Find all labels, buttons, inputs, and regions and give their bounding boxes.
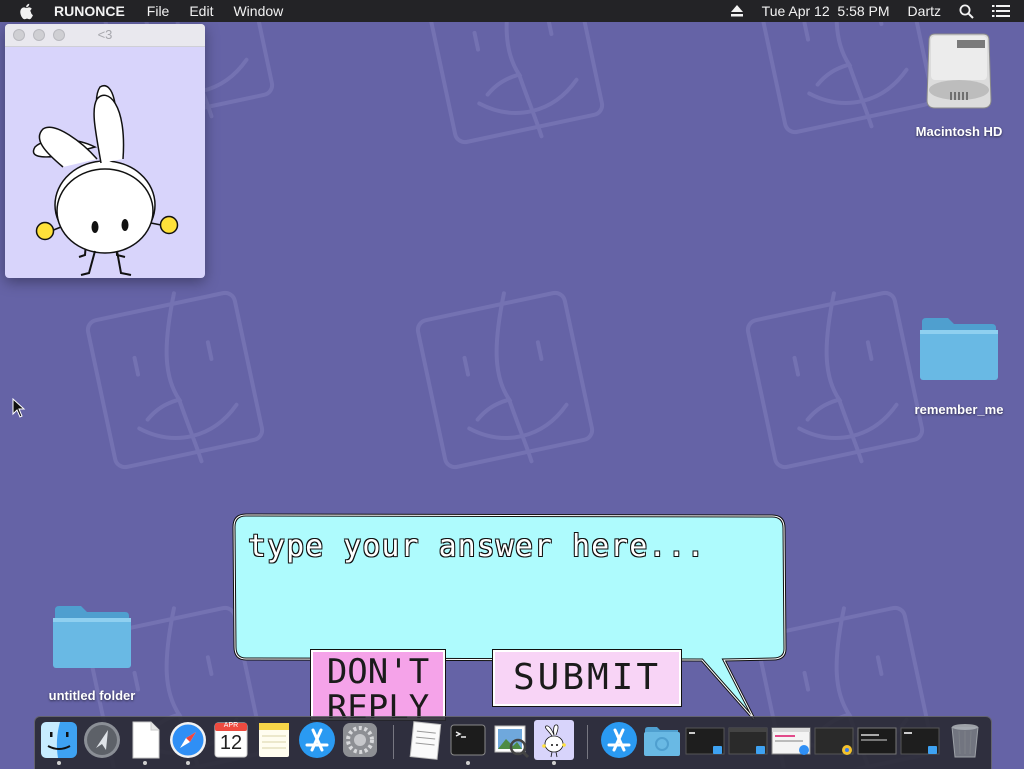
dock-window-4[interactable] (814, 720, 854, 760)
dock-terminal[interactable] (448, 720, 488, 765)
macintosh-hd-label: Macintosh HD (915, 124, 1003, 139)
dock-system-preferences[interactable] (340, 720, 380, 760)
untitled-folder-label: untitled folder (48, 688, 136, 703)
menu-bar: RUNONCE File Edit Window Tue Apr 12 5:58… (0, 0, 1024, 22)
window-titlebar[interactable]: <3 (5, 24, 205, 47)
trash-icon (951, 724, 979, 758)
window-thumbnail-icon (771, 727, 811, 755)
dock: APR 12 (34, 716, 992, 769)
mouse-cursor-icon (12, 398, 26, 418)
macintosh-hd-icon[interactable]: Macintosh HD (905, 30, 1013, 139)
document-icon (132, 721, 160, 759)
calendar-month: APR (223, 722, 239, 729)
finder-icon (41, 722, 77, 758)
notification-center-icon[interactable] (992, 4, 1010, 18)
dock-folder[interactable] (642, 720, 682, 760)
safari-icon (170, 722, 206, 758)
menu-window[interactable]: Window (233, 3, 283, 19)
apple-icon[interactable] (18, 2, 36, 20)
dock-window-1[interactable] (685, 720, 725, 760)
hard-drive-icon (926, 33, 992, 109)
app-store-download-icon (601, 722, 637, 758)
dock-finder[interactable] (39, 720, 79, 765)
dock-window-6[interactable] (900, 720, 940, 760)
dock-runonce[interactable] (534, 720, 574, 765)
bunny-character (32, 84, 179, 276)
folder-icon (53, 606, 131, 668)
textedit-icon (409, 721, 442, 760)
window-thumbnail-icon (857, 727, 897, 755)
eject-icon[interactable] (730, 5, 744, 17)
dock-document[interactable] (125, 720, 165, 765)
folder-icon (920, 318, 998, 380)
untitled-folder[interactable]: untitled folder (38, 604, 146, 703)
answer-input[interactable] (248, 524, 768, 568)
menu-edit[interactable]: Edit (189, 3, 213, 19)
spotlight-search-icon[interactable] (959, 4, 974, 19)
folder-icon (644, 727, 680, 756)
menu-file[interactable]: File (147, 3, 170, 19)
remember-me-folder[interactable]: remember_me (905, 316, 1013, 417)
window-thumbnail-icon (814, 727, 854, 755)
bunny-window[interactable]: <3 (5, 24, 205, 278)
window-thumbnail-icon (900, 727, 940, 755)
runonce-bunny-icon (542, 724, 566, 758)
submit-button[interactable]: SUBMIT (492, 649, 682, 707)
user-menu[interactable]: Dartz (908, 3, 941, 19)
window-thumbnail-icon (728, 727, 768, 755)
dock-window-2[interactable] (728, 720, 768, 760)
dock-launchpad[interactable] (82, 720, 122, 760)
terminal-icon (450, 724, 486, 756)
dont-reply-button[interactable]: DON'T REPLY (310, 649, 446, 721)
dock-calendar[interactable]: APR 12 (211, 720, 251, 760)
dock-window-3[interactable] (771, 720, 811, 760)
dock-trash[interactable] (945, 720, 985, 760)
calendar-day: 12 (219, 732, 243, 754)
dock-safari[interactable] (168, 720, 208, 765)
preview-icon (494, 725, 530, 759)
dock-notes[interactable] (254, 720, 294, 760)
window-title: <3 (97, 27, 113, 42)
dock-textedit[interactable] (405, 720, 445, 760)
dock-app-store-download[interactable] (599, 720, 639, 760)
app-name-menu[interactable]: RUNONCE (54, 3, 125, 19)
clock[interactable]: Tue Apr 12 5:58 PM (762, 3, 890, 19)
system-preferences-icon (343, 723, 377, 757)
dock-window-5[interactable] (857, 720, 897, 760)
launchpad-icon (84, 722, 120, 758)
window-thumbnail-icon (685, 727, 725, 755)
app-store-icon (299, 722, 335, 758)
dock-app-store[interactable] (297, 720, 337, 760)
notes-icon (259, 723, 289, 757)
dock-preview[interactable] (491, 720, 531, 760)
remember-me-label: remember_me (914, 402, 1004, 417)
